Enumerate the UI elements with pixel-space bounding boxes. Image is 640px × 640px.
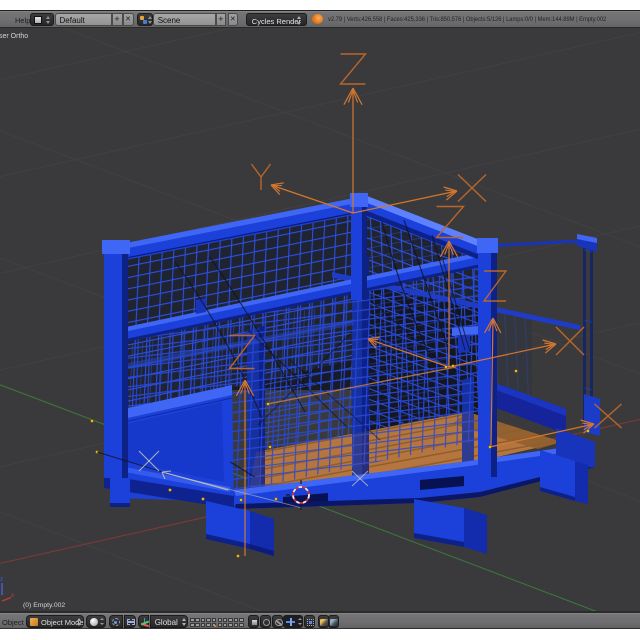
svg-text:ser Ortho: ser Ortho [0,33,28,40]
svg-text:z: z [0,576,3,583]
svg-text:(0) Empty.002: (0) Empty.002 [23,602,65,609]
